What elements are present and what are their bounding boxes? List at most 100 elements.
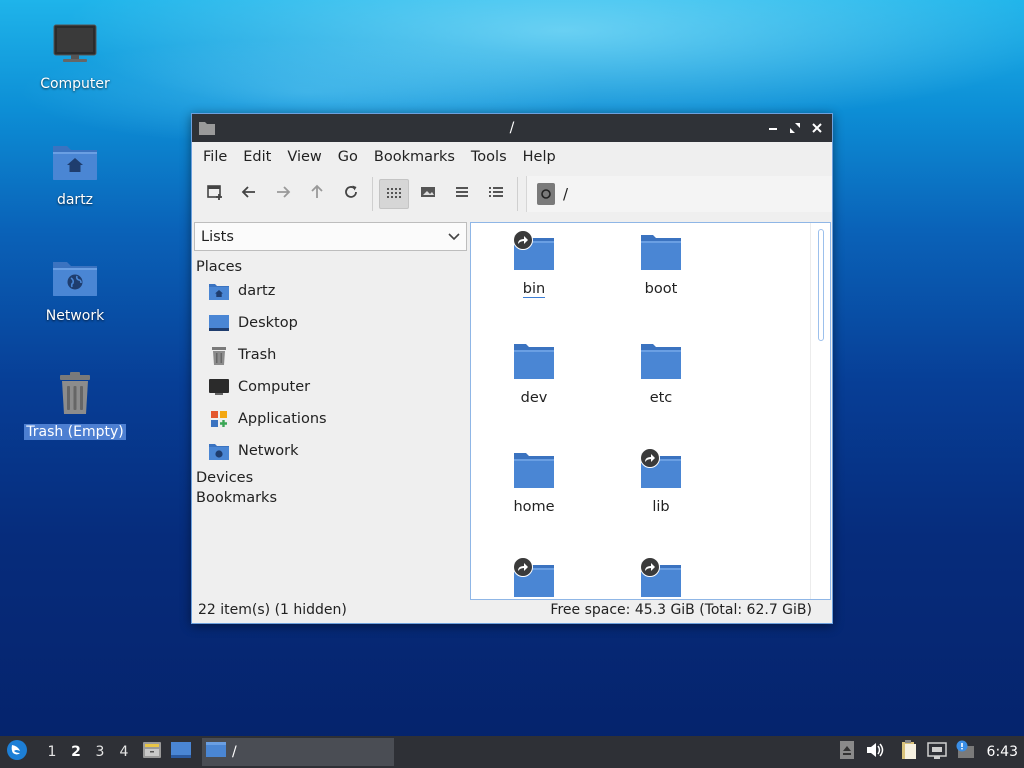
file-item[interactable]: bin	[484, 230, 584, 298]
clipboard-button[interactable]	[897, 740, 921, 764]
bookmarks-header[interactable]: Bookmarks	[193, 490, 467, 506]
compact-view-button[interactable]	[447, 179, 477, 209]
file-item[interactable]	[611, 557, 711, 598]
reload-button[interactable]	[336, 179, 366, 209]
path-segment-root[interactable]: /	[563, 185, 568, 203]
menu-bookmarks[interactable]: Bookmarks	[366, 149, 463, 165]
volume-button[interactable]	[863, 740, 887, 764]
desktop-icon	[209, 313, 229, 333]
speaker-icon	[866, 742, 884, 762]
lubuntu-logo-icon	[6, 739, 28, 765]
file-item[interactable]: dev	[484, 342, 584, 406]
place-desktop[interactable]: Desktop	[193, 307, 467, 339]
desktop-icon-network[interactable]: Network	[20, 254, 130, 324]
file-view[interactable]: bin boot dev etc home lib	[470, 222, 831, 600]
symlink-arrow-icon	[513, 230, 533, 250]
clipboard-icon	[900, 740, 918, 764]
side-pane: Lists Places dartz Desktop Trash Compute…	[193, 222, 467, 600]
content-area: Lists Places dartz Desktop Trash Compute…	[192, 218, 832, 600]
place-applications[interactable]: Applications	[193, 403, 467, 435]
drive-icon	[537, 183, 555, 205]
new-tab-button[interactable]	[200, 179, 230, 209]
start-menu-button[interactable]	[2, 736, 32, 768]
icon-view-button[interactable]	[379, 179, 409, 209]
eject-button[interactable]	[835, 740, 859, 764]
file-name: bin	[522, 281, 546, 298]
desktop-icon-label: Network	[45, 308, 105, 324]
folder-app-icon	[199, 120, 215, 140]
menu-edit[interactable]: Edit	[235, 149, 279, 165]
file-manager-launcher[interactable]	[139, 739, 165, 765]
path-bar[interactable]: /	[526, 176, 832, 212]
desktop-icon-label: dartz	[56, 192, 94, 208]
folder-icon	[640, 233, 682, 271]
file-item[interactable]	[484, 557, 584, 598]
minimize-button[interactable]	[764, 119, 782, 137]
chevron-down-icon	[448, 229, 460, 245]
folder-icon	[513, 451, 555, 489]
place-home[interactable]: dartz	[193, 275, 467, 307]
desktop-icon-label: Trash (Empty)	[24, 424, 126, 440]
file-manager-window: / File Edit View Go Bookmarks Tools Help	[191, 113, 833, 624]
reload-icon	[343, 184, 359, 204]
desktop-icon-trash[interactable]: Trash (Empty)	[20, 370, 130, 440]
place-trash[interactable]: Trash	[193, 339, 467, 371]
vertical-scrollbar[interactable]	[810, 223, 830, 599]
menu-bar: File Edit View Go Bookmarks Tools Help	[192, 142, 832, 172]
folder-icon	[513, 342, 555, 380]
trash-icon	[209, 345, 229, 365]
back-button[interactable]	[234, 179, 264, 209]
ethernet-icon	[926, 741, 947, 763]
symlink-arrow-icon	[640, 448, 660, 468]
desktop-icon-home[interactable]: dartz	[20, 138, 130, 208]
workspace-4[interactable]: 4	[112, 744, 136, 760]
file-name: etc	[649, 390, 673, 406]
taskbar-window-button[interactable]: /	[202, 738, 394, 766]
file-cabinet-icon	[142, 740, 162, 764]
menu-tools[interactable]: Tools	[463, 149, 515, 165]
place-computer[interactable]: Computer	[193, 371, 467, 403]
file-item[interactable]: lib	[611, 448, 711, 515]
file-item[interactable]: etc	[611, 342, 711, 406]
window-title: /	[509, 120, 515, 136]
computer-icon	[209, 377, 229, 397]
thumbnail-view-button[interactable]	[413, 179, 443, 209]
place-label: dartz	[238, 283, 276, 299]
desktop-icon-computer[interactable]: Computer	[20, 22, 130, 92]
show-desktop-button[interactable]	[168, 739, 194, 765]
symlink-arrow-icon	[513, 557, 533, 577]
desktop-icon	[170, 740, 192, 764]
forward-button[interactable]	[268, 179, 298, 209]
menu-help[interactable]: Help	[515, 149, 564, 165]
menu-view[interactable]: View	[279, 149, 329, 165]
system-tray: 6:43	[831, 736, 1024, 768]
network-status-button[interactable]	[925, 740, 949, 764]
symlink-arrow-icon	[640, 557, 660, 577]
places-header[interactable]: Places	[193, 259, 467, 275]
file-item[interactable]: boot	[611, 233, 711, 297]
detailed-list-button[interactable]	[481, 179, 511, 209]
update-notifier-icon	[955, 740, 975, 764]
workspace-3[interactable]: 3	[88, 744, 112, 760]
menu-go[interactable]: Go	[330, 149, 366, 165]
title-bar[interactable]: /	[192, 114, 832, 142]
up-button[interactable]	[302, 179, 332, 209]
workspace-1[interactable]: 1	[40, 744, 64, 760]
notification-button[interactable]	[953, 740, 977, 764]
compact-view-icon	[454, 184, 470, 204]
place-network[interactable]: Network	[193, 435, 467, 467]
menu-file[interactable]: File	[195, 149, 235, 165]
back-arrow-icon	[241, 184, 257, 204]
clock[interactable]: 6:43	[987, 744, 1018, 760]
scrollbar-thumb[interactable]	[818, 229, 824, 341]
workspace-2[interactable]: 2	[64, 744, 88, 760]
side-pane-mode-select[interactable]: Lists	[194, 222, 467, 251]
close-button[interactable]	[808, 119, 826, 137]
maximize-button[interactable]	[786, 119, 804, 137]
network-folder-icon	[209, 441, 229, 461]
side-pane-mode-label: Lists	[201, 228, 234, 245]
file-name: dev	[520, 390, 548, 406]
file-item[interactable]: home	[484, 451, 584, 515]
thumbnail-view-icon	[420, 184, 436, 204]
devices-header[interactable]: Devices	[193, 470, 467, 486]
